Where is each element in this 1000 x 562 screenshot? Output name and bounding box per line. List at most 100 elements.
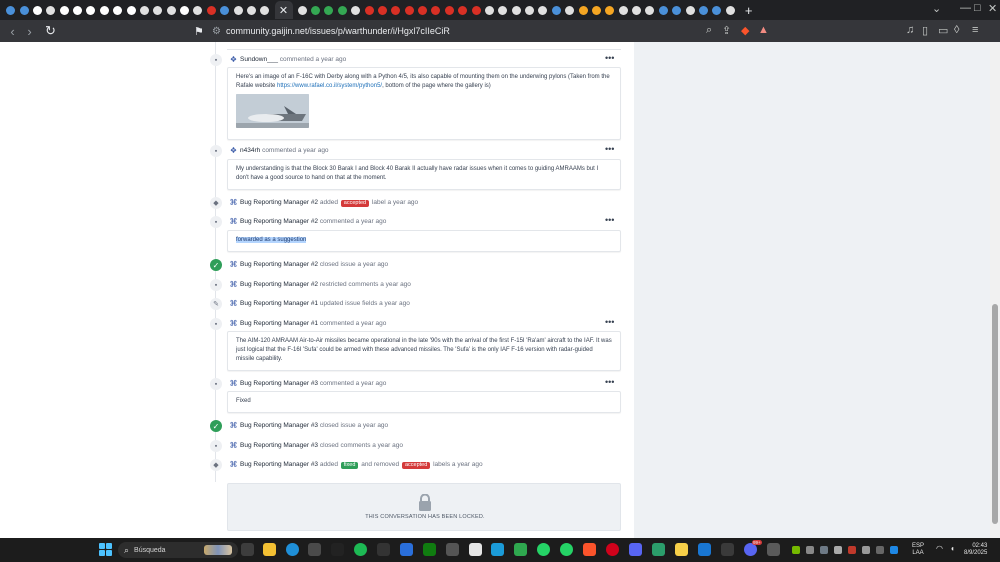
app-icon[interactable] <box>446 543 459 556</box>
opera-icon[interactable] <box>606 543 619 556</box>
event-author[interactable]: Bug Reporting Manager #3 <box>240 422 318 429</box>
wifi-icon[interactable]: ◠ <box>936 545 943 553</box>
label-badge-accepted[interactable]: accepted <box>340 200 370 207</box>
tab-favicon[interactable] <box>311 5 321 15</box>
brave-rewards-icon[interactable]: ▲ <box>758 24 769 36</box>
label-badge-fixed[interactable]: fixed <box>340 462 359 469</box>
tab-favicon[interactable] <box>233 5 243 15</box>
reload-icon[interactable]: ↻ <box>42 23 59 39</box>
tab-favicon[interactable] <box>645 5 655 15</box>
tab-active-close-icon[interactable]: ✕ <box>274 1 293 19</box>
tab-favicon[interactable] <box>484 5 494 15</box>
tab-favicon[interactable] <box>458 5 468 15</box>
tab-favicon[interactable] <box>246 5 256 15</box>
clock[interactable]: 02:43 8/9/2025 <box>964 543 987 557</box>
tab-favicon[interactable] <box>538 5 548 15</box>
app-icon[interactable] <box>331 543 344 556</box>
event-author[interactable]: Bug Reporting Manager #3 <box>240 461 318 468</box>
event-author[interactable]: Bug Reporting Manager #3 <box>240 442 318 449</box>
tray-icon[interactable] <box>834 546 842 554</box>
back-icon[interactable]: ‹ <box>4 24 21 39</box>
tray-icon[interactable] <box>890 546 898 554</box>
comment-author[interactable]: Bug Reporting Manager #3 <box>240 380 318 387</box>
tray-icon[interactable] <box>848 546 856 554</box>
address-bar[interactable]: ⚙ community.gaijin.net/issues/p/warthund… <box>212 23 772 39</box>
active-app-icon[interactable] <box>767 543 780 556</box>
app-icon[interactable] <box>400 543 413 556</box>
tab-favicon[interactable] <box>6 5 16 15</box>
tab-favicon[interactable] <box>525 5 535 15</box>
tab-favicon[interactable] <box>46 5 56 15</box>
tab-search-icon[interactable]: ⌄ <box>932 2 941 15</box>
tab-favicon[interactable] <box>551 5 561 15</box>
minimize-icon[interactable]: — <box>960 2 971 14</box>
event-author[interactable]: Bug Reporting Manager #2 <box>240 199 318 206</box>
tab-favicon[interactable] <box>685 5 695 15</box>
site-info-icon[interactable]: ⚙ <box>212 26 226 37</box>
tab-favicon[interactable] <box>377 5 387 15</box>
comment-author[interactable]: Bug Reporting Manager #1 <box>240 320 318 327</box>
windows-start-icon[interactable] <box>99 543 112 556</box>
tab-favicon[interactable] <box>725 5 735 15</box>
tab-favicon[interactable] <box>578 5 588 15</box>
tab-favicon[interactable] <box>153 5 163 15</box>
app-icon[interactable] <box>514 543 527 556</box>
tray-icon[interactable] <box>806 546 814 554</box>
keyboard-language[interactable]: ESP LAA <box>912 543 924 557</box>
tray-icon[interactable] <box>862 546 870 554</box>
brave-icon[interactable] <box>583 543 596 556</box>
tab-favicon[interactable] <box>404 5 414 15</box>
maximize-icon[interactable]: □ <box>974 2 981 14</box>
tab-favicon[interactable] <box>431 5 441 15</box>
nvidia-icon[interactable] <box>792 546 800 554</box>
tab-favicon[interactable] <box>364 5 374 15</box>
comment-image[interactable] <box>236 94 309 128</box>
steam-icon[interactable] <box>377 543 390 556</box>
bookmark-icon[interactable]: ⚑ <box>194 25 204 38</box>
event-author[interactable]: Bug Reporting Manager #2 <box>240 261 318 268</box>
event-author[interactable]: Bug Reporting Manager #1 <box>240 300 318 307</box>
comment-author[interactable]: Sundown___ <box>240 56 278 63</box>
comment-menu-button[interactable]: ••• <box>605 377 614 387</box>
xbox-icon[interactable] <box>423 543 436 556</box>
vpn-icon[interactable]: ◊ <box>954 24 959 36</box>
notes-icon[interactable] <box>675 543 688 556</box>
app-icon[interactable] <box>721 543 734 556</box>
tab-favicon[interactable] <box>193 5 203 15</box>
url-text[interactable]: community.gaijin.net/issues/p/warthunder… <box>226 26 450 36</box>
tab-favicon[interactable] <box>73 5 83 15</box>
tab-favicon[interactable] <box>605 5 615 15</box>
tab-favicon[interactable] <box>618 5 628 15</box>
app-icon[interactable] <box>491 543 504 556</box>
task-view-icon[interactable] <box>241 543 254 556</box>
whatsapp-icon[interactable] <box>537 543 550 556</box>
brave-shield-icon[interactable]: ◆ <box>741 24 749 37</box>
label-badge-accepted[interactable]: accepted <box>401 462 431 469</box>
tab-favicon[interactable] <box>166 5 176 15</box>
taskbar-search[interactable]: ⌕ Búsqueda <box>118 542 238 558</box>
tab-favicon[interactable] <box>220 5 230 15</box>
wallet-icon[interactable]: ▭ <box>938 24 948 37</box>
volume-icon[interactable]: ◖ <box>950 545 955 553</box>
roblox-icon[interactable] <box>469 543 482 556</box>
spotify-icon[interactable] <box>354 543 367 556</box>
event-author[interactable]: Bug Reporting Manager #2 <box>240 281 318 288</box>
new-tab-button[interactable]: + <box>745 3 753 18</box>
tab-favicon[interactable] <box>391 5 401 15</box>
steam-tray-icon[interactable] <box>820 546 828 554</box>
comment-menu-button[interactable]: ••• <box>605 53 614 63</box>
tab-favicon[interactable] <box>672 5 682 15</box>
tab-favicon[interactable] <box>698 5 708 15</box>
file-explorer-icon[interactable] <box>263 543 276 556</box>
tab-favicon[interactable] <box>113 5 123 15</box>
media-icon[interactable]: ♫ <box>906 24 914 36</box>
whatsapp-icon[interactable] <box>560 543 573 556</box>
tab-favicon[interactable] <box>591 5 601 15</box>
app-icon[interactable] <box>629 543 642 556</box>
app-icon[interactable] <box>698 543 711 556</box>
tab-favicon[interactable] <box>206 5 216 15</box>
comment-menu-button[interactable]: ••• <box>605 215 614 225</box>
edge-icon[interactable] <box>286 543 299 556</box>
tab-favicon[interactable] <box>418 5 428 15</box>
tab-favicon[interactable] <box>139 5 149 15</box>
